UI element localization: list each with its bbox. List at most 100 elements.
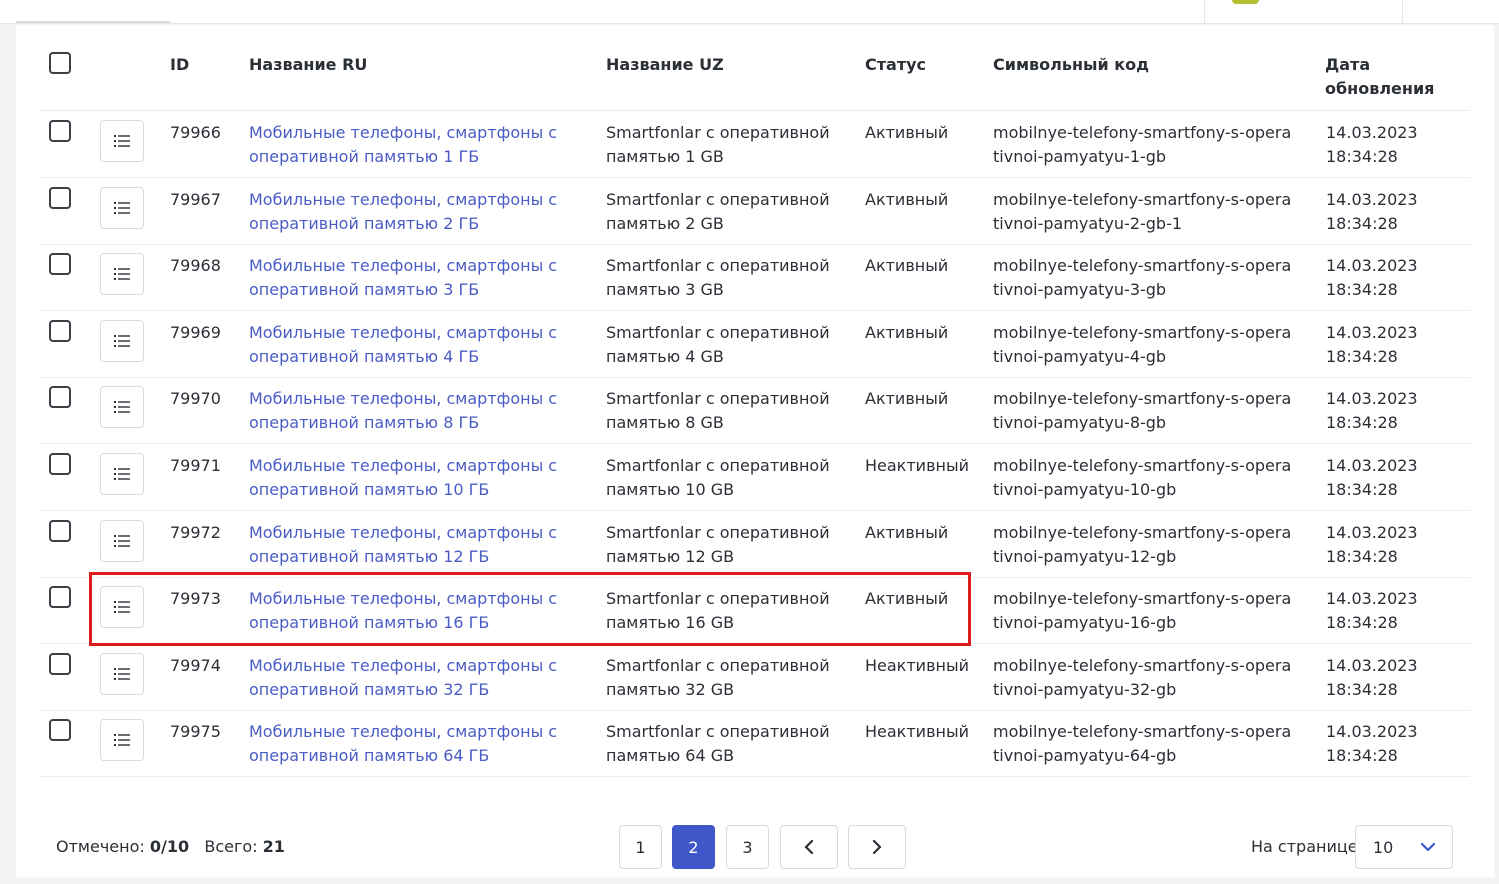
cell-date-time: 18:34:28	[1326, 613, 1398, 632]
page-button-2[interactable]: 2	[672, 825, 715, 869]
cell-date-time: 18:34:28	[1326, 480, 1398, 499]
cell-code: mobilnye-telefony-smartfony-s-operativno…	[993, 656, 1292, 699]
row-checkbox[interactable]	[49, 520, 71, 542]
total-label: Всего:	[204, 837, 258, 856]
cell-date-day: 14.03.2023	[1326, 523, 1418, 542]
row-checkbox[interactable]	[49, 187, 71, 209]
header-name-uz[interactable]: Название UZ	[606, 53, 724, 77]
per-page-select[interactable]: 10	[1355, 825, 1453, 869]
cell-id: 79966	[170, 123, 221, 142]
cell-status: Активный	[865, 589, 949, 608]
table-row: 79969 Мобильные телефоны, смартфоны с опе…	[40, 311, 1470, 378]
next-page-button[interactable]	[848, 825, 906, 869]
row-checkbox[interactable]	[49, 386, 71, 408]
header-id[interactable]: ID	[170, 53, 189, 77]
cell-name-ru-link[interactable]: Мобильные телефоны, смартфоны с оператив…	[249, 587, 589, 635]
cell-code: mobilnye-telefony-smartfony-s-operativno…	[993, 722, 1292, 765]
row-actions-button[interactable]	[100, 719, 144, 761]
row-checkbox[interactable]	[49, 453, 71, 475]
row-actions-button[interactable]	[100, 320, 144, 362]
cell-name-ru-link[interactable]: Мобильные телефоны, смартфоны с оператив…	[249, 121, 589, 169]
row-checkbox[interactable]	[49, 653, 71, 675]
cell-name-ru-link[interactable]: Мобильные телефоны, смартфоны с оператив…	[249, 654, 589, 702]
header-date[interactable]: Дата обновления	[1325, 53, 1434, 101]
cell-date: 14.03.2023 18:34:28	[1326, 188, 1446, 236]
cell-date: 14.03.2023 18:34:28	[1326, 321, 1446, 369]
row-actions-button[interactable]	[100, 187, 144, 229]
table-card: ID Название RU Название UZ Статус Символ…	[16, 25, 1494, 877]
cell-date-time: 18:34:28	[1326, 413, 1398, 432]
cell-name-uz: Smartfonlar с оперативной памятью 3 GB	[606, 256, 830, 299]
cell-date-day: 14.03.2023	[1326, 589, 1418, 608]
cell-date-day: 14.03.2023	[1326, 656, 1418, 675]
row-actions-button[interactable]	[100, 520, 144, 562]
row-checkbox[interactable]	[49, 719, 71, 741]
row-checkbox[interactable]	[49, 586, 71, 608]
cell-status: Неактивный	[865, 456, 969, 475]
cell-date-time: 18:34:28	[1326, 214, 1398, 233]
table-header: ID Название RU Название UZ Статус Символ…	[40, 25, 1470, 111]
per-page-value: 10	[1373, 838, 1394, 857]
cell-name-uz: Smartfonlar с оперативной памятью 64 GB	[606, 722, 830, 765]
header-code[interactable]: Символьный код	[993, 53, 1149, 77]
cell-date: 14.03.2023 18:34:28	[1326, 121, 1446, 169]
cell-code: mobilnye-telefony-smartfony-s-operativno…	[993, 389, 1292, 432]
row-actions-button[interactable]	[100, 586, 144, 628]
table-row: 79970 Мобильные телефоны, смартфоны с опе…	[40, 377, 1470, 444]
cell-name-uz: Smartfonlar с оперативной памятью 32 GB	[606, 656, 830, 699]
cell-date-day: 14.03.2023	[1326, 323, 1418, 342]
cell-status: Неактивный	[865, 656, 969, 675]
selection-summary: Отмечено: 0/10 Всего: 21	[56, 835, 285, 859]
prev-page-button[interactable]	[780, 825, 838, 869]
cell-name-ru-link[interactable]: Мобильные телефоны, смартфоны с оператив…	[249, 387, 589, 435]
page-label: 3	[742, 837, 753, 857]
chevron-right-icon	[872, 840, 882, 854]
table-row: 79975 Мобильные телефоны, смартфоны с опе…	[40, 710, 1470, 777]
cell-name-ru-link[interactable]: Мобильные телефоны, смартфоны с оператив…	[249, 254, 589, 302]
cell-date: 14.03.2023 18:34:28	[1326, 454, 1446, 502]
page-button-3[interactable]: 3	[726, 825, 769, 869]
cell-name-uz: Smartfonlar с оперативной памятью 10 GB	[606, 456, 830, 499]
row-checkbox[interactable]	[49, 120, 71, 142]
selected-label: Отмечено:	[56, 837, 145, 856]
table-row: 79972 Мобильные телефоны, смартфоны с опе…	[40, 511, 1470, 578]
cell-code: mobilnye-telefony-smartfony-s-operativno…	[993, 523, 1292, 566]
row-actions-button[interactable]	[100, 386, 144, 428]
page-label: 2	[688, 837, 699, 857]
tab-underline	[16, 21, 170, 23]
table-row: 79973 Мобильные телефоны, смартфоны с опе…	[40, 577, 1470, 644]
cell-id: 79974	[170, 656, 221, 675]
cell-code: mobilnye-telefony-smartfony-s-operativno…	[993, 589, 1292, 632]
cell-status: Неактивный	[865, 722, 969, 741]
row-actions-button[interactable]	[100, 453, 144, 495]
row-checkbox[interactable]	[49, 320, 71, 342]
table-row: 79967 Мобильные телефоны, смартфоны с опе…	[40, 178, 1470, 245]
topbar-divider	[1402, 0, 1403, 23]
row-checkbox[interactable]	[49, 253, 71, 275]
list-icon	[114, 468, 130, 480]
page-button-1[interactable]: 1	[619, 825, 662, 869]
cell-date-day: 14.03.2023	[1326, 389, 1418, 408]
cell-code: mobilnye-telefony-smartfony-s-operativno…	[993, 256, 1292, 299]
table-row: 79966 Мобильные телефоны, смартфоны с опе…	[40, 111, 1470, 178]
cell-date-time: 18:34:28	[1326, 347, 1398, 366]
header-name-ru[interactable]: Название RU	[249, 53, 367, 77]
header-status[interactable]: Статус	[865, 53, 926, 77]
cell-id: 79973	[170, 589, 221, 608]
cell-date-time: 18:34:28	[1326, 680, 1398, 699]
cell-name-ru-link[interactable]: Мобильные телефоны, смартфоны с оператив…	[249, 720, 589, 768]
row-actions-button[interactable]	[100, 120, 144, 162]
cell-date-day: 14.03.2023	[1326, 456, 1418, 475]
list-icon	[114, 535, 130, 547]
cell-name-ru-link[interactable]: Мобильные телефоны, смартфоны с оператив…	[249, 321, 589, 369]
header-date-line2: обновления	[1325, 79, 1435, 98]
chevron-down-icon	[1421, 842, 1435, 852]
cell-name-ru-link[interactable]: Мобильные телефоны, смартфоны с оператив…	[249, 521, 589, 569]
select-all-checkbox[interactable]	[49, 52, 71, 74]
row-actions-button[interactable]	[100, 653, 144, 695]
cell-name-ru-link[interactable]: Мобильные телефоны, смартфоны с оператив…	[249, 454, 589, 502]
cell-name-ru-link[interactable]: Мобильные телефоны, смартфоны с оператив…	[249, 188, 589, 236]
cell-date-time: 18:34:28	[1326, 746, 1398, 765]
table-row: 79971 Мобильные телефоны, смартфоны с опе…	[40, 444, 1470, 511]
row-actions-button[interactable]	[100, 253, 144, 295]
